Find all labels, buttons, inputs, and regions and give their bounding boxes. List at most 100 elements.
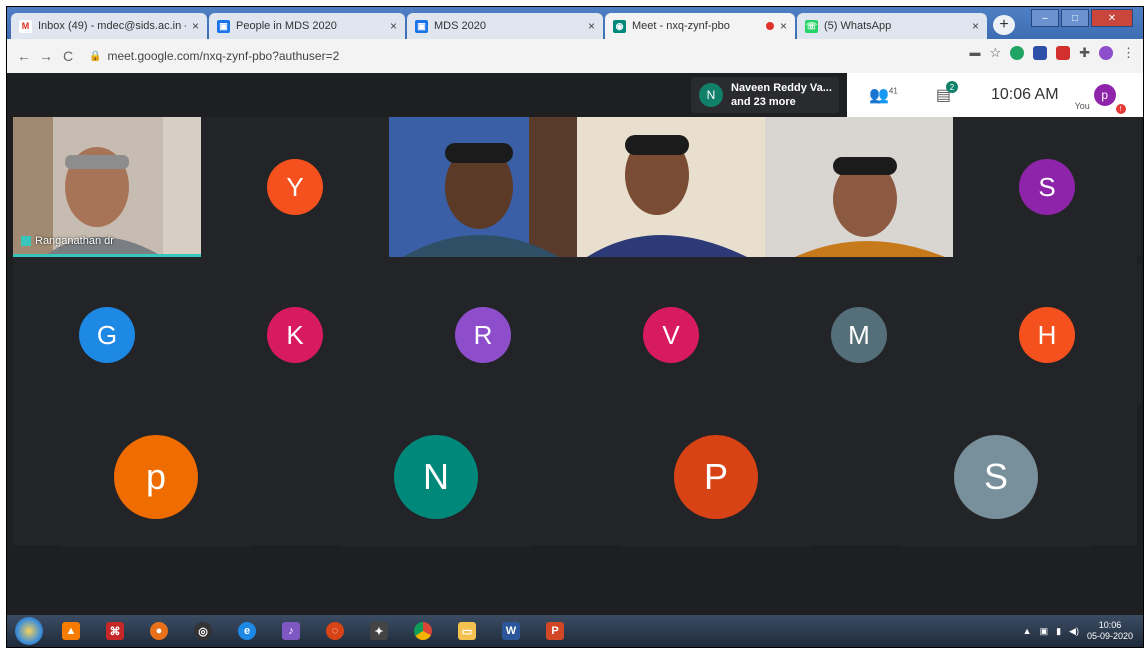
speaker-name: Naveen Reddy Va... [731,82,832,94]
participant-tile[interactable]: K [201,265,389,405]
alert-icon: ! [1115,104,1126,114]
participant-tile[interactable]: Y [201,117,389,257]
gmail-icon: M [19,19,32,33]
meet-icon: ◉ [613,19,626,33]
avatar: M [831,307,887,363]
forward-button[interactable]: → [35,48,57,64]
meet-side-panel: 👥41 ▤ 2 10:06 AM You p! [847,73,1143,117]
toolbar-extensions: ▬ ☆ ✚ ⋮ [969,45,1135,61]
file-explorer-icon[interactable]: ▭ [451,618,483,644]
volume-icon[interactable]: ◀) [1069,626,1079,637]
participant-tile-video[interactable] [765,117,953,257]
browser-toolbar: ← → C 🔒 meet.google.com/nxq-zynf-pbo?aut… [7,39,1143,73]
tab-inbox[interactable]: M Inbox (49) - mdec@sids.ac.in - × [11,13,207,39]
star-icon[interactable]: ☆ [989,45,1001,61]
grammarly-icon[interactable] [1010,46,1025,60]
participant-tile[interactable]: G [13,265,201,405]
close-icon[interactable]: × [390,19,397,33]
battery-icon[interactable]: ▮ [1056,626,1061,637]
avatar: Y [267,159,323,215]
avatar: V [643,307,699,363]
avatar: K [267,307,323,363]
participant-tile[interactable]: H [953,265,1141,405]
participant-tile[interactable]: N [341,407,531,547]
reload-button[interactable]: C [57,48,79,64]
lock-icon[interactable]: 🔒 [89,51,101,62]
participant-tile[interactable]: M [765,265,953,405]
docs-extension-icon[interactable] [1033,46,1048,60]
start-button[interactable] [15,617,43,645]
whatsapp-icon: ☏ [805,19,818,33]
people-icon[interactable]: 👥41 [869,85,898,105]
chat-badge: 2 [945,81,958,93]
participant-tile[interactable]: S [953,117,1141,257]
participant-tile[interactable]: S [901,407,1091,547]
firefox-icon[interactable]: ● [143,618,175,644]
participant-tile-ranganathan[interactable]: Ranganathan dr [13,117,201,257]
taskbar-date: 05-09-2020 [1086,631,1133,641]
tab-title: (5) WhatsApp [824,20,892,32]
tab-title: Inbox (49) - mdec@sids.ac.in - [38,20,186,32]
word-icon[interactable]: W [495,618,527,644]
tab-meet[interactable]: ◉ Meet - nxq-zynf-pbo × [605,13,795,39]
close-icon[interactable]: × [192,19,199,33]
you-label: You [1074,101,1090,111]
menu-kebab-icon[interactable]: ⋮ [1122,45,1135,61]
meeting-clock: 10:06 AM [990,86,1059,103]
active-speaker-bar [13,254,201,257]
participant-tile[interactable]: R [389,265,577,405]
close-icon[interactable]: × [972,19,979,33]
tab-people-mds[interactable]: ▣ People in MDS 2020 × [209,13,405,39]
close-window-button[interactable]: ✕ [1091,9,1133,27]
chrome-icon[interactable] [407,618,439,644]
participant-tile[interactable]: P [621,407,811,547]
self-avatar[interactable]: p! [1093,84,1126,114]
recorder-icon[interactable]: ◌ [319,618,351,644]
windows-taskbar: ▲ ⌘ ● ◎ e ♪ ◌ ✦ ▭ W P ▲ ▣ ▮ ◀) 10:06 05-… [7,615,1143,647]
participant-tile[interactable]: p [61,407,251,547]
back-button[interactable]: ← [13,48,35,64]
participant-video [765,117,953,257]
tab-whatsapp[interactable]: ☏ (5) WhatsApp × [797,13,987,39]
minimize-button[interactable]: – [1031,9,1059,27]
avatar: H [1019,307,1075,363]
media-app-icon[interactable]: ♪ [275,618,307,644]
tab-title: People in MDS 2020 [236,20,337,32]
classroom-icon: ▣ [415,19,428,33]
profile-avatar[interactable] [1099,46,1113,60]
network-icon[interactable]: ▣ [1040,626,1049,637]
pdf-reader-icon[interactable]: ⌘ [99,618,131,644]
participant-tile-video[interactable] [389,117,577,257]
maximize-button[interactable]: □ [1061,9,1089,27]
tray-arrow-icon[interactable]: ▲ [1023,626,1032,636]
participant-tile-video[interactable] [577,117,765,257]
screen-frame: M Inbox (49) - mdec@sids.ac.in - × ▣ Peo… [6,6,1144,648]
participant-video [389,117,577,257]
new-tab-button[interactable]: + [993,15,1015,35]
puzzle-icon[interactable]: ✚ [1079,45,1090,61]
recording-dot-icon [765,22,774,30]
camera-icon[interactable]: ▬ [969,47,980,59]
vlc-icon[interactable]: ▲ [55,618,87,644]
speaker-chip[interactable]: N Naveen Reddy Va... and 23 more [691,77,839,113]
close-icon[interactable]: × [588,19,595,33]
chat-icon[interactable]: ▤ 2 [936,81,958,105]
shield-extension-icon[interactable] [1056,46,1071,60]
powerpoint-icon[interactable]: P [539,618,571,644]
browser-tab-strip: M Inbox (49) - mdec@sids.ac.in - × ▣ Peo… [7,7,1143,39]
meet-header: N Naveen Reddy Va... and 23 more 👥41 ▤ 2 … [7,73,1143,117]
participant-tile[interactable]: V [577,265,765,405]
avatar: G [79,307,135,363]
webcam-icon[interactable]: ◎ [187,618,219,644]
avatar: S [954,435,1038,519]
game-app-icon[interactable]: ✦ [363,618,395,644]
internet-explorer-icon[interactable]: e [231,618,263,644]
speaking-icon [21,236,31,246]
close-icon[interactable]: × [780,19,787,33]
tab-title: MDS 2020 [434,20,486,32]
participant-name: Ranganathan dr [35,235,114,247]
tab-mds-2020[interactable]: ▣ MDS 2020 × [407,13,603,39]
taskbar-clock[interactable]: 10:06 05-09-2020 [1087,620,1133,642]
window-controls: – □ ✕ [1029,9,1133,27]
address-bar[interactable]: meet.google.com/nxq-zynf-pbo?authuser=2 [107,49,339,63]
